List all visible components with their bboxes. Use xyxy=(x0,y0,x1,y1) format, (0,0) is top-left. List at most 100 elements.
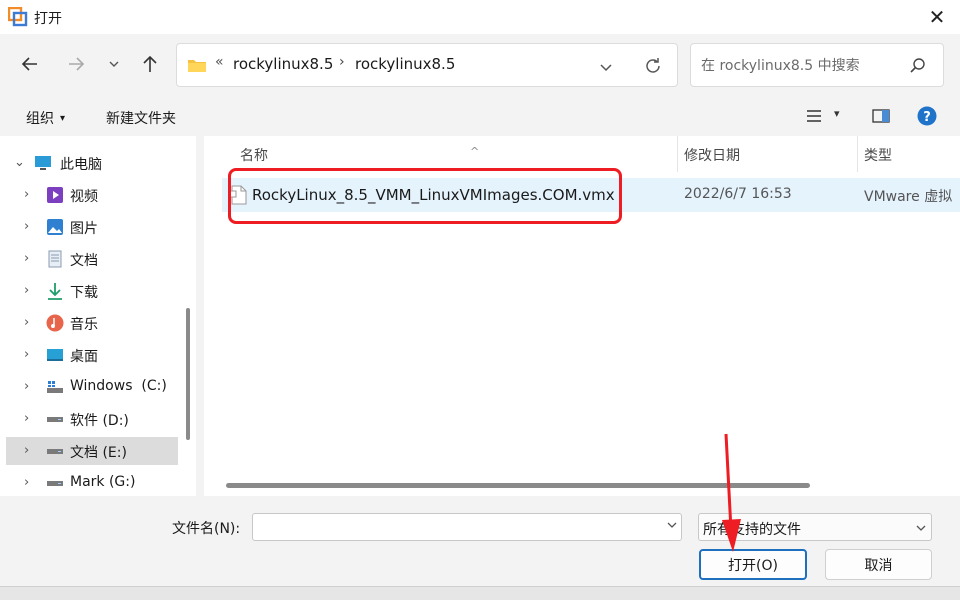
open-button[interactable]: 打开(O) xyxy=(699,549,807,580)
chevron-down-icon[interactable] xyxy=(108,58,120,70)
recent-locations-button[interactable] xyxy=(100,50,128,78)
chevron-down-icon[interactable]: ▾ xyxy=(834,107,840,120)
preview-pane-button[interactable] xyxy=(872,109,890,127)
back-button[interactable] xyxy=(16,50,44,78)
address-segment-current[interactable]: rockylinux8.5 xyxy=(355,55,455,73)
up-button[interactable] xyxy=(136,50,164,78)
chevron-right-icon[interactable]: › xyxy=(24,283,29,298)
forward-button[interactable] xyxy=(62,50,90,78)
address-bar[interactable]: « rockylinux8.5 › rockylinux8.5 xyxy=(176,43,678,87)
column-header-type[interactable]: 类型 xyxy=(858,136,960,172)
preview-pane-icon[interactable] xyxy=(872,109,890,123)
sidebar-item-pictures[interactable]: › 图片 xyxy=(6,213,178,241)
filetype-select[interactable]: 所有支持的文件 xyxy=(698,513,932,541)
horizontal-scrollbar[interactable] xyxy=(226,483,810,488)
search-box[interactable] xyxy=(690,43,944,87)
column-header-modified[interactable]: 修改日期 xyxy=(678,136,858,172)
organize-label[interactable]: 组织 xyxy=(26,111,54,127)
sidebar-item-label: 软件 (D:) xyxy=(70,413,129,429)
chevron-down-icon[interactable] xyxy=(915,522,927,534)
close-button[interactable]: ✕ xyxy=(914,0,960,34)
sidebar-item-desktop[interactable]: › 桌面 xyxy=(6,341,178,369)
sidebar-item-label: Mark (G:) xyxy=(70,474,136,490)
chevron-right-icon[interactable]: › xyxy=(24,219,29,234)
chevron-down-icon[interactable] xyxy=(666,519,678,531)
sidebar-item-videos[interactable]: › 视频 xyxy=(6,181,178,209)
filetype-selected-value[interactable]: 所有支持的文件 xyxy=(703,519,801,539)
address-dropdown-icon[interactable] xyxy=(597,58,615,76)
sidebar-item-label: Windows (C:) xyxy=(70,378,167,394)
cancel-button[interactable]: 取消 xyxy=(825,549,932,580)
address-separator[interactable]: › xyxy=(339,54,345,70)
help-icon[interactable]: ? xyxy=(917,106,937,126)
sidebar-item-drive-g[interactable]: › Mark (G:) xyxy=(6,469,178,496)
up-arrow-icon[interactable] xyxy=(141,55,159,73)
chevron-right-icon[interactable]: › xyxy=(24,443,29,458)
help-button[interactable]: ? xyxy=(917,106,937,130)
filename-input[interactable] xyxy=(257,517,657,537)
search-icon[interactable] xyxy=(909,57,927,75)
folder-icon xyxy=(188,60,206,72)
download-icon xyxy=(48,283,62,300)
search-input[interactable] xyxy=(701,55,901,77)
sidebar-item-drive-c[interactable]: › Windows (C:) xyxy=(6,373,178,401)
sidebar-item-downloads[interactable]: › 下载 xyxy=(6,277,178,305)
chevron-right-icon[interactable]: › xyxy=(24,475,29,490)
sidebar-item-label: 文档 (E:) xyxy=(70,445,127,461)
sidebar-scrollbar[interactable] xyxy=(186,308,190,440)
chevron-right-icon[interactable]: › xyxy=(24,187,29,202)
list-view-icon[interactable] xyxy=(806,109,822,123)
document-icon xyxy=(48,250,62,268)
computer-icon xyxy=(35,156,51,170)
video-icon xyxy=(47,187,63,203)
svg-text:?: ? xyxy=(923,110,931,125)
sidebar-item-drive-e[interactable]: › 文档 (E:) xyxy=(6,437,178,465)
music-icon xyxy=(46,314,64,332)
column-header-label[interactable]: 类型 xyxy=(864,145,892,165)
new-folder-label[interactable]: 新建文件夹 xyxy=(106,111,176,127)
chevron-down-icon[interactable]: ▾ xyxy=(60,113,65,124)
window-title: 打开 xyxy=(34,11,62,27)
background-window-edge xyxy=(0,586,960,600)
sidebar-item-this-pc[interactable]: ⌄ 此电脑 xyxy=(6,149,178,177)
address-segment-parent[interactable]: rockylinux8.5 xyxy=(233,55,333,73)
chevron-right-icon[interactable]: › xyxy=(24,347,29,362)
sort-ascending-icon: ^ xyxy=(470,145,480,158)
chevron-right-icon[interactable]: › xyxy=(24,411,29,426)
sidebar-item-label: 下载 xyxy=(70,285,98,301)
close-icon[interactable]: ✕ xyxy=(929,5,946,29)
navigation-pane: ⌄ 此电脑 › 视频 › 图片 › 文档 › 下载 › 音乐 › 桌面 › Wi… xyxy=(0,136,196,496)
drive-icon xyxy=(47,449,63,454)
sidebar-item-label: 文档 xyxy=(70,253,98,269)
column-header-label[interactable]: 修改日期 xyxy=(684,145,740,165)
chevron-down-icon[interactable]: ⌄ xyxy=(14,155,25,170)
command-bar: 组织 ▾ 新建文件夹 ▾ ? xyxy=(0,96,960,136)
column-header-name[interactable]: 名称 ^ xyxy=(222,136,678,172)
title-bar: 打开 ✕ xyxy=(0,0,960,34)
back-arrow-icon[interactable] xyxy=(21,55,39,73)
address-overflow-chevron[interactable]: « xyxy=(215,54,224,70)
sidebar-item-music[interactable]: › 音乐 xyxy=(6,309,178,337)
organize-menu-button[interactable]: 组织 ▾ xyxy=(26,108,65,128)
view-menu-dropdown[interactable]: ▾ xyxy=(834,107,840,120)
sidebar-item-label: 视频 xyxy=(70,189,98,205)
file-type: VMware 虚拟 xyxy=(864,189,953,205)
filename-label: 文件名(N): xyxy=(172,521,241,537)
chevron-right-icon[interactable]: › xyxy=(24,315,29,330)
sidebar-item-label: 音乐 xyxy=(70,317,98,333)
filename-combobox[interactable] xyxy=(252,513,682,541)
open-button-label[interactable]: 打开(O) xyxy=(728,555,778,575)
windows-drive-icon xyxy=(47,381,63,393)
sidebar-item-documents[interactable]: › 文档 xyxy=(6,245,178,273)
refresh-icon[interactable] xyxy=(643,56,663,76)
cancel-button-label[interactable]: 取消 xyxy=(865,555,893,575)
navigation-bar: « rockylinux8.5 › rockylinux8.5 xyxy=(0,34,960,96)
column-header-label[interactable]: 名称 xyxy=(240,145,268,165)
drive-icon xyxy=(47,417,63,422)
view-options-button[interactable] xyxy=(806,109,822,127)
chevron-right-icon[interactable]: › xyxy=(24,251,29,266)
new-folder-button[interactable]: 新建文件夹 xyxy=(106,108,176,128)
forward-arrow-icon[interactable] xyxy=(67,55,85,73)
sidebar-item-drive-d[interactable]: › 软件 (D:) xyxy=(6,405,178,433)
chevron-right-icon[interactable]: › xyxy=(24,379,29,394)
